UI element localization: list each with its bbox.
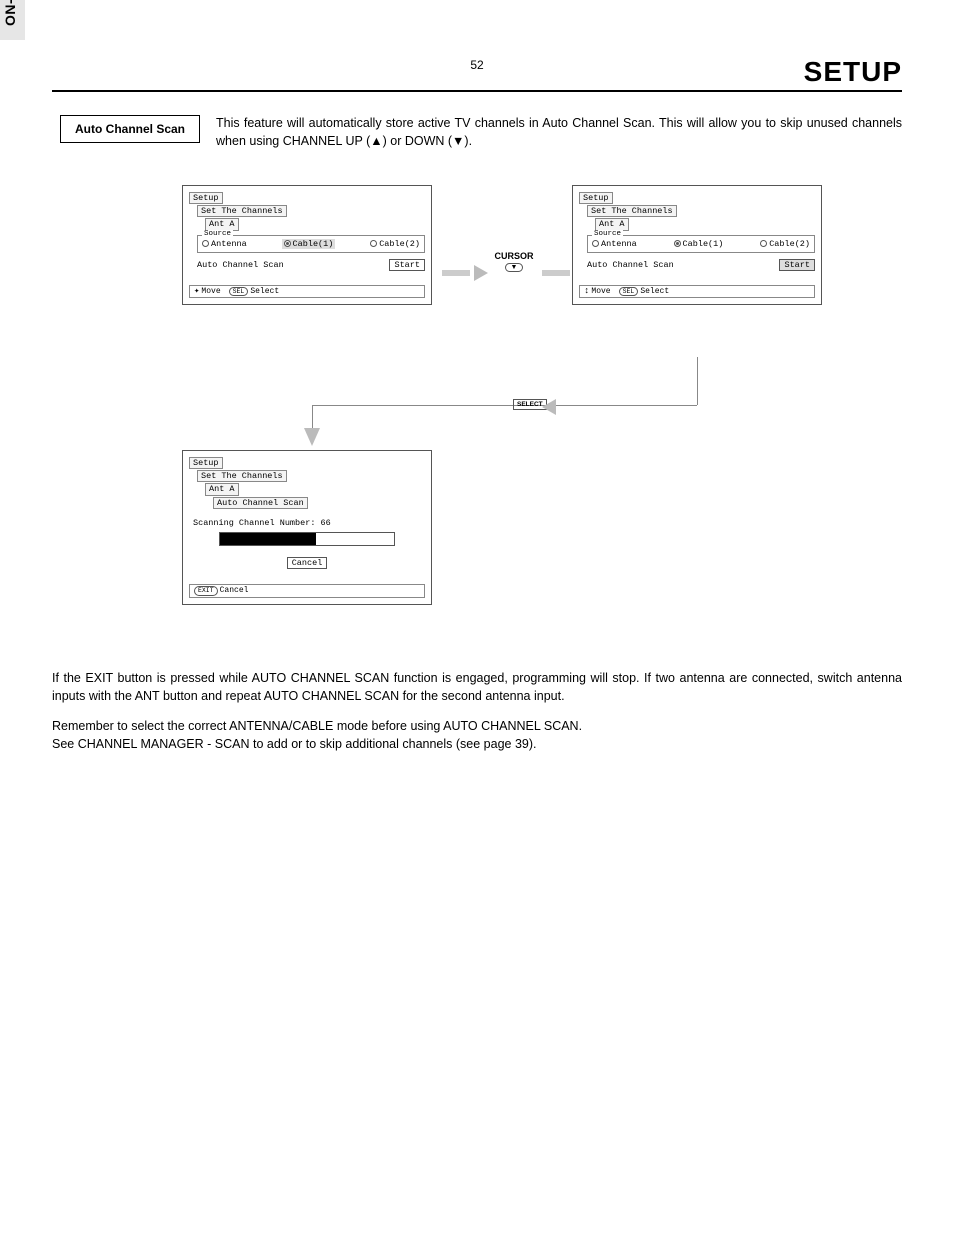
hint-move: Move [201, 287, 220, 296]
cursor-label: CURSOR ▼ [484, 251, 544, 272]
breadcrumb: Setup Set The Channels Ant A [579, 192, 815, 232]
screenshot-1: Setup Set The Channels Ant A Source Ante… [182, 185, 432, 305]
sidebar-tab: ON-SCREEN DISPLAY [0, 0, 25, 40]
radio-antenna[interactable]: Antenna [202, 239, 247, 249]
arrow-down [304, 428, 320, 446]
radio-cable2[interactable]: Cable(2) [370, 239, 420, 249]
cancel-button[interactable]: Cancel [287, 557, 328, 569]
hint-select: Select [640, 287, 669, 296]
crumb-acs: Auto Channel Scan [213, 497, 308, 509]
source-label: Source [592, 230, 623, 238]
cursor-key-icon: ▼ [505, 263, 524, 272]
acs-row: Auto Channel Scan Start [587, 259, 815, 271]
radio-cable2[interactable]: Cable(2) [760, 239, 810, 249]
arrow-cursor-left [442, 265, 488, 281]
body-paragraph-2: Remember to select the correct ANTENNA/C… [52, 718, 902, 753]
start-button[interactable]: Start [389, 259, 425, 271]
breadcrumb: Setup Set The Channels Ant A [189, 192, 425, 232]
crumb-setup: Setup [189, 192, 223, 204]
source-label: Source [202, 230, 233, 238]
radio-cable1[interactable]: Cable(1) [282, 239, 336, 249]
breadcrumb: Setup Set The Channels Ant A Auto Channe… [189, 457, 425, 510]
exit-pill-icon: EXIT [194, 586, 218, 596]
move-arrows-icon: ↕ [584, 287, 589, 296]
move-arrows-icon: ✦ [194, 287, 199, 296]
radio-cable1[interactable]: Cable(1) [674, 239, 724, 249]
screenshot-3: Setup Set The Channels Ant A Auto Channe… [182, 450, 432, 605]
source-group: Source Antenna Cable(1) Cable(2) [197, 235, 425, 253]
hint-bar: ✦Move SELSelect [189, 285, 425, 299]
hint-bar: ↕Move SELSelect [579, 285, 815, 299]
crumb-ant-a: Ant A [205, 483, 239, 495]
feature-description: This feature will automatically store ac… [216, 115, 902, 150]
screenshot-2: Setup Set The Channels Ant A Source Ante… [572, 185, 822, 305]
crumb-set-channels: Set The Channels [197, 205, 287, 217]
crumb-setup: Setup [579, 192, 613, 204]
sel-pill-icon: SEL [229, 287, 249, 297]
feature-heading: Auto Channel Scan [60, 115, 200, 143]
flow-path [697, 357, 698, 405]
hint-bar: EXITCancel [189, 584, 425, 598]
scanning-status: Scanning Channel Number: 66 [193, 518, 425, 528]
crumb-set-channels: Set The Channels [587, 205, 677, 217]
header-rule [52, 90, 902, 92]
acs-label: Auto Channel Scan [587, 260, 674, 270]
radio-antenna[interactable]: Antenna [592, 239, 637, 249]
arrow-select [542, 399, 556, 415]
body-paragraph-1: If the EXIT button is pressed while AUTO… [52, 670, 902, 705]
diagram-area: Setup Set The Channels Ant A Source Ante… [52, 185, 902, 645]
acs-row: Auto Channel Scan Start [197, 259, 425, 271]
flow-path [312, 405, 697, 406]
start-button[interactable]: Start [779, 259, 815, 271]
hint-cancel: Cancel [220, 586, 249, 595]
hint-move: Move [591, 287, 610, 296]
source-group: Source Antenna Cable(1) Cable(2) [587, 235, 815, 253]
flow-path [312, 405, 313, 430]
feature-row: Auto Channel Scan This feature will auto… [60, 115, 902, 150]
progress-bar [219, 532, 395, 546]
sel-pill-icon: SEL [619, 287, 639, 297]
crumb-set-channels: Set The Channels [197, 470, 287, 482]
crumb-setup: Setup [189, 457, 223, 469]
acs-label: Auto Channel Scan [197, 260, 284, 270]
page-number: 52 [0, 58, 954, 72]
hint-select: Select [250, 287, 279, 296]
